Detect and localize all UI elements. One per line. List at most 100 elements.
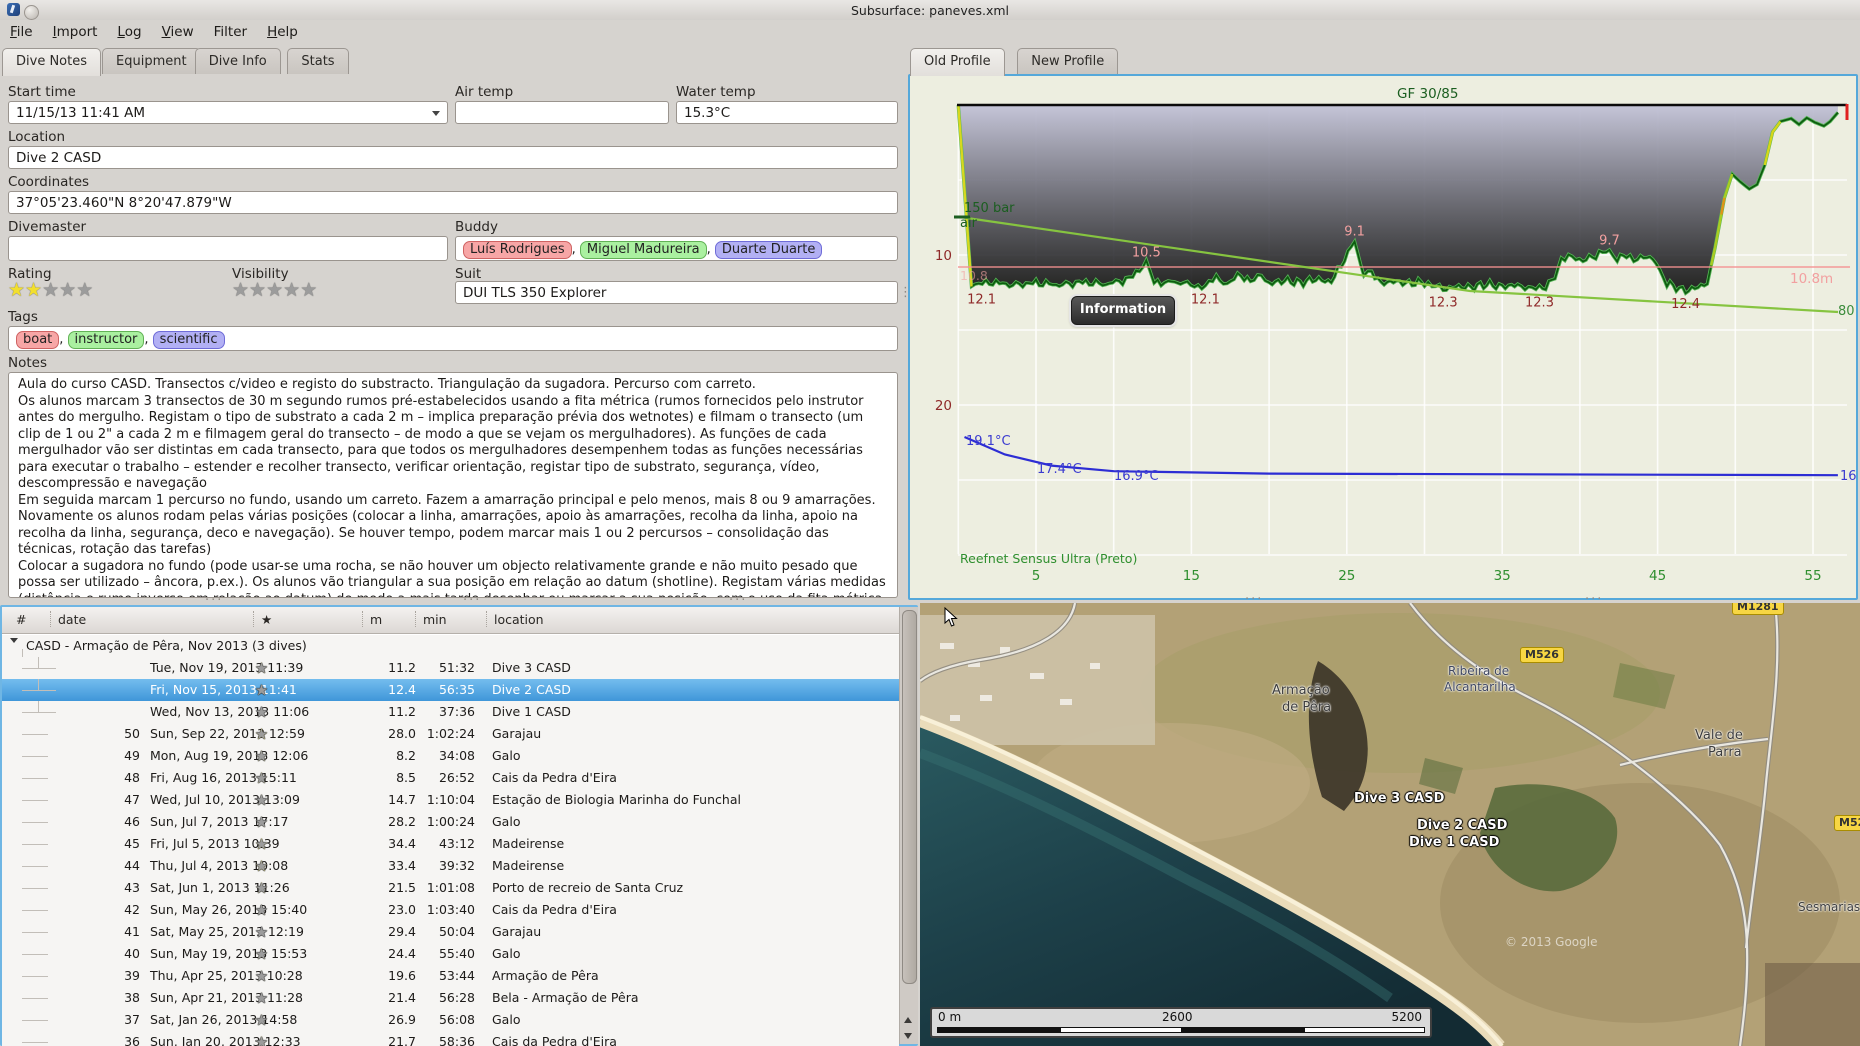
horizontal-splitter-grip[interactable]: ··· xyxy=(205,594,223,607)
column-header-m[interactable]: m xyxy=(370,612,382,627)
depth-max-annotation: 12.4 xyxy=(1671,297,1700,312)
dive-row[interactable]: 46 Sun, Jul 7, 2013 17:17 ★ ★ ★ ★ ★ 28.2 1:00:24… xyxy=(2,811,899,833)
horizontal-splitter-grip[interactable]: ··· xyxy=(729,594,747,607)
tab-dive-info[interactable]: Dive Info xyxy=(194,48,281,74)
dive-row[interactable]: 38 Sun, Apr 21, 2013 11:28 ★ ★ ★ ★ ★ 21.4 56:28 B… xyxy=(2,987,899,1009)
tree-connector xyxy=(22,822,48,823)
tab-new-profile[interactable]: New Profile xyxy=(1017,48,1119,74)
buddy-field[interactable]: Luís Rodrigues, Miguel Madureira, Duarte… xyxy=(455,236,898,261)
menu-log[interactable]: Log xyxy=(107,20,151,44)
map-panel[interactable]: Armação de Pêra Ribeira de Alcantarilha Vale… xyxy=(920,603,1860,1046)
dive-depth: 23.0 xyxy=(388,902,416,917)
dive-row[interactable]: 39 Thu, Apr 25, 2013 10:28 ★ ★ ★ ★ ★ 19.6 53:44 A… xyxy=(2,965,899,987)
star-empty-icon: ★ xyxy=(266,279,284,301)
dive-row[interactable]: 48 Fri, Aug 16, 2013 15:11 ★ ★ ★ ★ ★ 8.5 26:52 Ca… xyxy=(2,767,899,789)
menu-help[interactable]: Help xyxy=(257,20,308,44)
dive-site-flag[interactable]: Dive 2 CASD xyxy=(1417,818,1507,833)
water-temp-field[interactable]: 15.3°C xyxy=(676,101,898,124)
tree-connector xyxy=(22,1020,48,1021)
start-time-label: Start time xyxy=(8,84,76,100)
device-label: Reefnet Sensus Ultra (Preto) xyxy=(960,551,1137,566)
tab-dive-notes[interactable]: Dive Notes xyxy=(2,48,101,76)
coordinates-value: 37°05'23.460"N 8°20'47.879"W xyxy=(16,195,232,211)
dive-site-flag[interactable]: Dive 3 CASD xyxy=(1354,791,1444,806)
dive-number: 40 xyxy=(124,946,140,961)
tag-pill: Duarte Duarte xyxy=(714,241,823,259)
dive-depth: 26.9 xyxy=(388,1012,416,1027)
column-separator[interactable] xyxy=(415,611,416,627)
time-axis-tick: 5 xyxy=(1032,568,1041,584)
dive-duration: 56:08 xyxy=(438,1012,475,1027)
column-header-min[interactable]: min xyxy=(423,612,447,627)
scroll-down-button[interactable] xyxy=(900,1028,917,1044)
dive-row[interactable]: 50 Sun, Sep 22, 2013 12:59 ★ ★ ★ ★ ★ 28.0 1:02:2… xyxy=(2,723,899,745)
menu-import[interactable]: Import xyxy=(43,20,108,44)
horizontal-splitter-grip[interactable]: ··· xyxy=(463,594,481,607)
dive-list-scrollbar[interactable] xyxy=(899,607,918,1044)
dive-row[interactable]: 36 Sun, Jan 20, 2013 12:33 ★ ★ ★ ★ ★ 21.7 58:36 C… xyxy=(2,1031,899,1046)
dive-trip-row[interactable]: CASD - Armação de Pêra, Nov 2013 (3 dive… xyxy=(2,635,899,657)
notes-textarea[interactable]: Aula do curso CASD. Transectos c/video e… xyxy=(8,372,898,598)
scrollbar-thumb[interactable] xyxy=(902,610,917,984)
dive-row[interactable]: 47 Wed, Jul 10, 2013 13:09 ★ ★ ★ ★ ★ 14.7 1:10:0… xyxy=(2,789,899,811)
dive-site-flag[interactable]: Dive 1 CASD xyxy=(1409,835,1499,850)
dive-location: Cais da Pedra d'Eira xyxy=(492,770,617,785)
application-window: Subsurface: paneves.xml File Import Log Vie… xyxy=(0,0,1860,1046)
column-header-location[interactable]: location xyxy=(494,612,544,627)
dive-row[interactable]: 40 Sun, May 19, 2013 15:53 ★ ★ ★ ★ ★ 24.4 55:40 G… xyxy=(2,943,899,965)
dive-depth: 12.4 xyxy=(388,682,416,697)
titlebar[interactable]: Subsurface: paneves.xml xyxy=(0,0,1860,20)
pressure-end-label: 80 xyxy=(1838,304,1855,319)
dive-list-header[interactable]: # date ★ m min location xyxy=(2,607,899,634)
dive-duration: 1:03:40 xyxy=(426,902,475,917)
dive-date: Sat, May 25, 2013 12:19 xyxy=(150,924,304,939)
menu-view[interactable]: View xyxy=(152,20,204,44)
dive-row[interactable]: 43 Sat, Jun 1, 2013 11:26 ★ ★ ★ ★ ★ 21.5 1:01:08… xyxy=(2,877,899,899)
dive-row[interactable]: 44 Thu, Jul 4, 2013 10:08 ★ ★ ★ ★ ★ 33.4 39:32 Ma… xyxy=(2,855,899,877)
dive-row[interactable]: 45 Fri, Jul 5, 2013 10:39 ★ ★ ★ ★ ★ 34.4 43:12 Ma… xyxy=(2,833,899,855)
location-field[interactable]: Dive 2 CASD xyxy=(8,146,898,169)
dive-duration: 55:40 xyxy=(438,946,475,961)
dive-row-selected[interactable]: Fri, Nov 15, 2013 11:41 ★ ★ ★ ★ ★ 12.4 56:35 Div… xyxy=(2,679,899,701)
suit-field[interactable]: DUI TLS 350 Explorer xyxy=(455,281,898,304)
air-temp-field[interactable] xyxy=(455,101,669,124)
dive-duration: 50:04 xyxy=(438,924,475,939)
menu-file[interactable]: File xyxy=(0,20,43,44)
column-header-★[interactable]: ★ xyxy=(261,612,272,627)
tab-old-profile[interactable]: Old Profile xyxy=(910,48,1005,76)
horizontal-splitter-grip[interactable]: ··· xyxy=(1585,593,1603,606)
coordinates-field[interactable]: 37°05'23.460"N 8°20'47.879"W xyxy=(8,191,898,214)
dive-number: 43 xyxy=(124,880,140,895)
dive-row[interactable]: Tue, Nov 19, 2013 11:39 ★ ★ ★ ★ ★ 11.2 51:32 Div… xyxy=(2,657,899,679)
column-separator[interactable] xyxy=(253,611,254,627)
column-header-#[interactable]: # xyxy=(16,612,26,627)
dive-row[interactable]: 42 Sun, May 26, 2013 15:40 ★ ★ ★ ★ ★ 23.0 1:03:4… xyxy=(2,899,899,921)
dive-location: Porto de recreio de Santa Cruz xyxy=(492,880,684,895)
coordinates-label: Coordinates xyxy=(8,174,90,190)
divemaster-field[interactable] xyxy=(8,236,448,261)
column-separator[interactable] xyxy=(362,611,363,627)
tab-equipment[interactable]: Equipment xyxy=(102,48,201,74)
dive-row[interactable]: 37 Sat, Jan 26, 2013 14:58 ★ ★ ★ ★ ★ 26.9 56:08 G… xyxy=(2,1009,899,1031)
column-separator[interactable] xyxy=(486,611,487,627)
rating-stars[interactable]: ★★★★★ xyxy=(8,281,93,300)
column-separator[interactable] xyxy=(50,611,51,627)
information-button[interactable]: Information xyxy=(1071,296,1175,325)
menu-filter[interactable]: Filter xyxy=(204,20,257,44)
vertical-splitter[interactable]: ⋮ xyxy=(899,286,912,299)
horizontal-splitter-grip[interactable]: ··· xyxy=(1245,593,1263,606)
dive-row[interactable]: Wed, Nov 13, 2013 11:06 ★ ★ ★ ★ ★ 11.2 37:36 Div… xyxy=(2,701,899,723)
visibility-stars[interactable]: ★★★★★ xyxy=(232,281,317,300)
scroll-up-button[interactable] xyxy=(900,1012,917,1028)
dive-number: 39 xyxy=(124,968,140,983)
tab-stats[interactable]: Stats xyxy=(287,48,349,74)
dive-row[interactable]: 41 Sat, May 25, 2013 12:19 ★ ★ ★ ★ ★ 29.4 50:04 G… xyxy=(2,921,899,943)
star-empty-icon: ★ xyxy=(59,279,77,301)
mouse-cursor xyxy=(944,607,958,627)
start-time-combo[interactable]: 11/15/13 11:41 AM xyxy=(8,101,448,124)
expander-icon[interactable] xyxy=(10,638,18,643)
dive-row[interactable]: 49 Mon, Aug 19, 2013 12:06 ★ ★ ★ ★ ★ 8.2 34:08 Ga… xyxy=(2,745,899,767)
tags-field[interactable]: boat, instructor, scientific xyxy=(8,326,898,351)
dive-list-table[interactable]: # date ★ m min location CASD - Armação de Pêr… xyxy=(0,605,918,1046)
column-header-date[interactable]: date xyxy=(58,612,86,627)
